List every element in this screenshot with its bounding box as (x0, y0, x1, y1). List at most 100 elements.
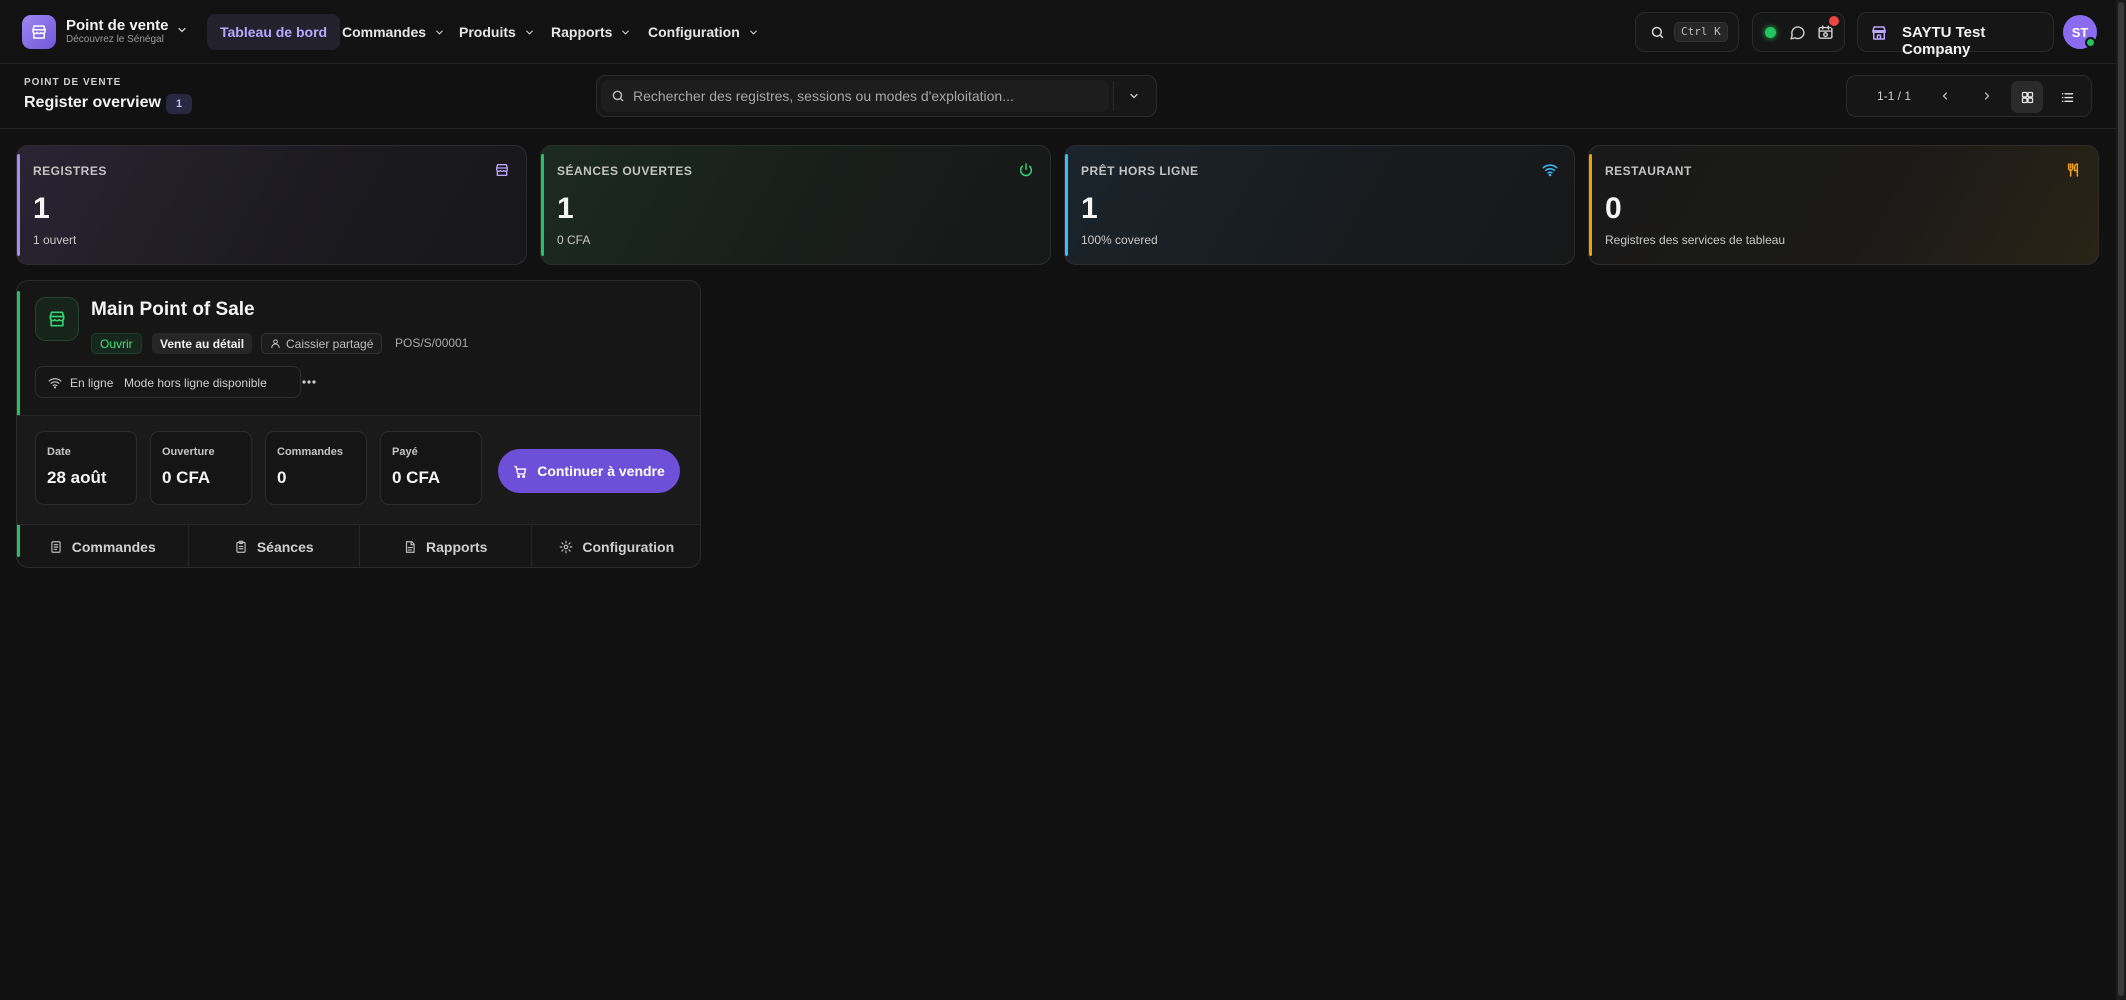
nav-orders[interactable]: Commandes (342, 14, 445, 50)
metric-value: 0 CFA (162, 468, 211, 487)
filter-dropdown-button[interactable] (1113, 81, 1153, 111)
tab-configuration[interactable]: Configuration (532, 525, 701, 567)
status-label: Ouvrir (100, 336, 133, 351)
clipboard-icon (234, 540, 248, 554)
register-actions: Commandes Séances Rapports Configuration (17, 525, 701, 567)
tab-sessions[interactable]: Séances (189, 525, 360, 567)
command-search-button[interactable]: Ctrl K (1635, 12, 1739, 52)
tab-label: Séances (256, 539, 314, 555)
register-name[interactable]: Main Point of Sale (91, 299, 255, 321)
stat-label: PRÊT HORS LIGNE (1081, 164, 1199, 178)
tab-label: Commandes (71, 539, 156, 555)
stat-card-registers: REGISTRES 1 1 ouvert (16, 145, 527, 265)
nav-label: Produits (459, 24, 516, 40)
status-badge: Ouvrir (91, 333, 142, 354)
stat-subtext: 100% covered (1081, 233, 1158, 247)
metric-label: Commandes (277, 446, 344, 458)
chevron-down-icon (1128, 90, 1140, 102)
connection-status: En ligne Mode hors ligne disponible (35, 366, 301, 398)
stat-label: RESTAURANT (1605, 164, 1692, 178)
report-icon (403, 540, 417, 554)
chevron-down-icon (620, 27, 631, 38)
search-input[interactable] (633, 80, 1103, 112)
tab-reports[interactable]: Rapports (360, 525, 532, 567)
metric-label: Ouverture (162, 446, 215, 458)
notification-badge (1827, 14, 1841, 28)
grid-view-button[interactable] (2011, 81, 2043, 113)
company-name: SAYTU Test Company (1902, 24, 1986, 58)
stat-label: REGISTRES (33, 164, 107, 178)
stat-subtext: 0 CFA (557, 233, 591, 247)
shortcut-hint: Ctrl K (1674, 22, 1728, 42)
chevron-down-icon (434, 27, 445, 38)
nav-reports[interactable]: Rapports (551, 14, 631, 50)
stat-subtext: Registres des services de tableau (1605, 233, 1786, 247)
metric-orders: Commandes 0 (265, 431, 367, 505)
app-subtitle: Découvrez le Sénégal (66, 34, 164, 45)
gear-icon (559, 540, 573, 554)
stat-label: SÉANCES OUVERTES (557, 164, 693, 178)
continue-label: Continuer à vendre (537, 463, 665, 479)
store-icon (30, 23, 48, 41)
utensils-icon (2066, 162, 2082, 178)
stat-subtext: 1 ouvert (33, 233, 77, 247)
nav-label: Rapports (551, 24, 613, 40)
nav-products[interactable]: Produits (459, 14, 535, 50)
more-options-icon[interactable] (295, 373, 323, 391)
grid-icon (2020, 90, 2035, 105)
list-view-button[interactable] (2051, 81, 2083, 113)
chevron-left-icon[interactable] (1939, 90, 1951, 102)
nav-dashboard[interactable]: Tableau de bord (207, 14, 341, 50)
app-logo[interactable] (22, 15, 56, 49)
stat-value: 0 (1605, 192, 1622, 225)
chat-icon[interactable] (1789, 24, 1806, 41)
cashier-mode-label: Caissier partagé (286, 336, 374, 351)
tab-orders[interactable]: Commandes (17, 525, 189, 567)
app-title[interactable]: Point de vente (66, 17, 169, 34)
nav-label: Configuration (648, 24, 740, 40)
register-card: Main Point of Sale Ouvrir Vente au détai… (16, 280, 701, 568)
metric-paid: Payé 0 CFA (380, 431, 482, 505)
metric-label: Payé (392, 446, 418, 458)
document-icon (49, 540, 63, 554)
search-icon (611, 89, 625, 103)
search-field (601, 80, 1109, 112)
search-bar (596, 75, 1157, 117)
nav-configuration[interactable]: Configuration (648, 14, 759, 50)
metric-value: 0 (277, 468, 287, 487)
nav-label: Commandes (342, 24, 427, 40)
stat-card-restaurant: RESTAURANT 0 Registres des services de t… (1588, 145, 2099, 265)
search-icon (1650, 25, 1665, 40)
continue-selling-button[interactable]: Continuer à vendre (498, 449, 680, 493)
building-icon (1870, 24, 1888, 42)
stat-value: 1 (557, 192, 574, 225)
offline-mode-label: Mode hors ligne disponible (124, 376, 267, 390)
user-icon (270, 338, 281, 349)
metric-value: 28 août (47, 468, 107, 487)
scrollbar[interactable] (2118, 2, 2124, 996)
register-icon-tile (35, 297, 79, 341)
stat-card-offline-ready: PRÊT HORS LIGNE 1 100% covered (1064, 145, 1575, 265)
avatar-online-dot (2085, 37, 2096, 48)
register-type-badge: Vente au détail (152, 333, 253, 354)
company-switcher[interactable]: SAYTU Test Company (1857, 12, 2054, 58)
nav-label: Tableau de bord (220, 24, 328, 40)
stat-value: 1 (33, 192, 50, 225)
wifi-icon (1542, 162, 1558, 178)
store-icon (47, 309, 67, 329)
chevron-right-icon[interactable] (1981, 90, 1993, 102)
cart-icon (513, 464, 528, 479)
type-label: Vente au détail (160, 336, 245, 351)
store-icon (494, 162, 510, 178)
online-status-dot (1765, 27, 1776, 38)
metric-label: Date (47, 446, 71, 458)
chevron-down-icon[interactable] (176, 24, 188, 36)
page-header: POINT DE VENTE Register overview 1 1-1 /… (0, 64, 2126, 129)
top-bar: Point de vente Découvrez le Sénégal Tabl… (0, 0, 2126, 64)
page-title: Register overview (24, 94, 161, 111)
chevron-down-icon (524, 27, 535, 38)
metric-value: 0 CFA (392, 468, 441, 487)
tab-label: Configuration (582, 539, 675, 555)
register-metrics: Date 28 août Ouverture 0 CFA Commandes 0… (17, 415, 700, 525)
status-group (1752, 12, 1845, 52)
